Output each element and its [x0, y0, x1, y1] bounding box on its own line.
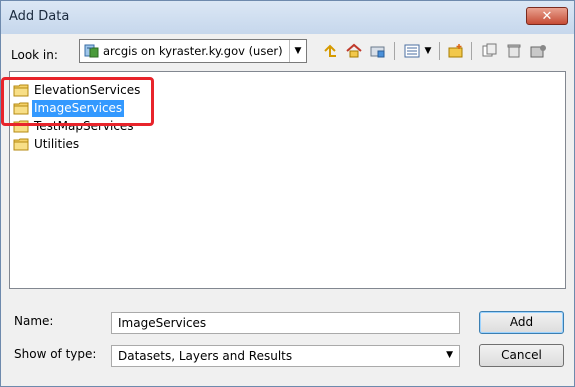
- connect-folder-icon: [370, 46, 385, 58]
- view-options-dropdown[interactable]: ▼: [421, 41, 435, 61]
- toolbar-separator: [471, 42, 472, 60]
- connect-folder-button[interactable]: [367, 41, 389, 61]
- toolbar-separator: [394, 42, 395, 60]
- new-folder-button[interactable]: [445, 41, 467, 61]
- list-view-button[interactable]: [401, 41, 423, 61]
- catalog-icon: [530, 45, 546, 58]
- up-one-level-button[interactable]: [319, 41, 341, 61]
- home-icon: [346, 43, 362, 58]
- title-bar[interactable]: Add Data ✕: [1, 1, 574, 34]
- chevron-down-icon: ▼: [446, 350, 453, 360]
- catalog-button[interactable]: [527, 41, 549, 61]
- toolbar-separator: [439, 42, 440, 60]
- list-item-label: Utilities: [34, 137, 80, 151]
- add-button[interactable]: Add: [479, 311, 564, 334]
- name-label: Name:: [14, 314, 54, 328]
- copy-icon: [482, 43, 497, 57]
- look-in-label: Look in:: [11, 48, 58, 62]
- folder-icon: [13, 138, 29, 151]
- look-in-combo[interactable]: arcgis on kyraster.ky.gov (user) ▼: [79, 39, 307, 63]
- server-connection-icon: [84, 43, 99, 61]
- home-button[interactable]: [343, 41, 365, 61]
- show-of-type-label: Show of type:: [14, 347, 97, 361]
- cancel-button[interactable]: Cancel: [479, 344, 564, 367]
- chevron-down-icon[interactable]: ▼: [289, 40, 306, 62]
- new-folder-icon: [448, 44, 463, 58]
- show-of-type-value: Datasets, Layers and Results: [118, 349, 293, 363]
- close-icon: ✕: [541, 9, 553, 24]
- close-button[interactable]: ✕: [526, 7, 568, 25]
- show-of-type-select[interactable]: Datasets, Layers and Results ▼: [111, 345, 460, 367]
- delete-button[interactable]: [503, 41, 525, 61]
- annotation-highlight: [1, 77, 154, 126]
- copy-button[interactable]: [479, 41, 501, 61]
- dialog-title: Add Data: [9, 9, 70, 24]
- add-data-dialog: Add Data ✕ Look in: arcgis on kyraster.k…: [0, 0, 575, 387]
- up-one-level-icon: [324, 44, 336, 57]
- chevron-down-icon: ▼: [424, 46, 432, 56]
- look-in-value: arcgis on kyraster.ky.gov (user): [103, 44, 283, 58]
- name-field[interactable]: ImageServices: [111, 312, 460, 334]
- delete-icon: [507, 44, 521, 58]
- list-view-icon: [404, 44, 420, 58]
